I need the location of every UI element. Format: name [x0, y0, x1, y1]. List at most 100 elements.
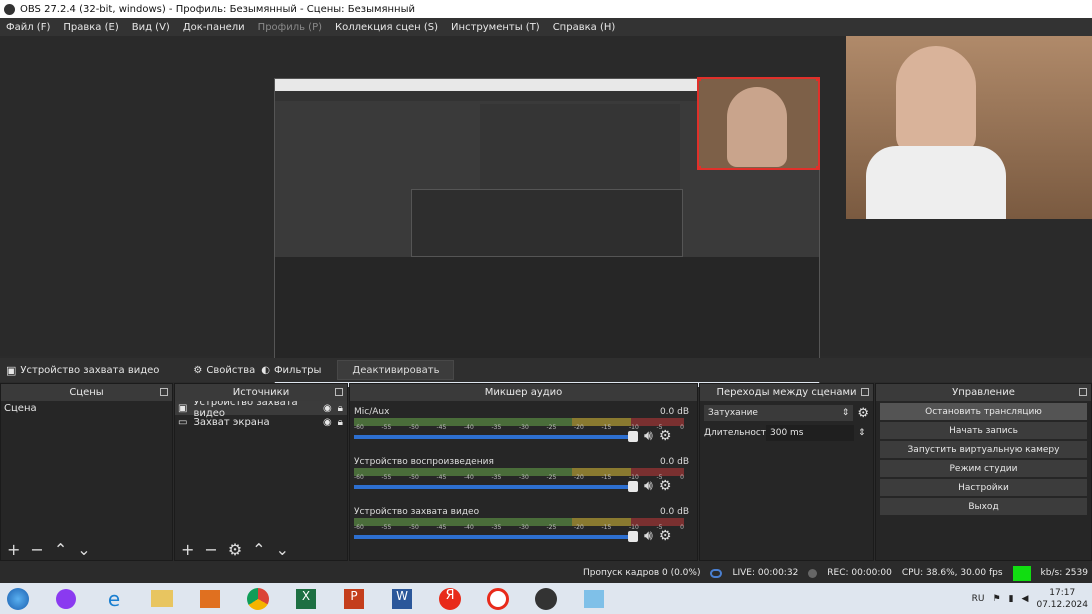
menu-file[interactable]: Файл (F) [6, 22, 50, 33]
selected-source-box[interactable] [697, 77, 820, 170]
remove-icon[interactable]: − [204, 540, 217, 559]
sources-dock: Источники ▣ Устройство захвата видео ◉ 🔒… [174, 383, 348, 561]
spin-icon[interactable]: ⇕ [858, 428, 866, 438]
title-bar: OBS 27.2.4 (32-bit, windows) - Профиль: … [0, 0, 1092, 18]
word-icon[interactable]: W [384, 585, 420, 613]
explorer-icon[interactable] [144, 585, 180, 613]
media-player-icon[interactable] [192, 585, 228, 613]
exit-button[interactable]: Выход [880, 498, 1087, 515]
source-item[interactable]: ▣ Устройство захвата видео ◉ 🔒︎ [175, 397, 347, 419]
duration-input[interactable]: 300 ms [766, 425, 854, 441]
live-icon [710, 568, 723, 578]
start-button[interactable] [0, 585, 36, 613]
undock-icon[interactable] [160, 388, 168, 396]
remove-icon[interactable]: − [30, 540, 43, 559]
add-icon[interactable]: + [7, 540, 20, 559]
menu-edit[interactable]: Правка (E) [63, 22, 118, 33]
up-icon[interactable]: ⌃ [252, 540, 265, 559]
obs-taskbar-icon[interactable] [528, 585, 564, 613]
undock-icon[interactable] [335, 388, 343, 396]
properties-button[interactable]: ⚙ Свойства [193, 365, 255, 376]
channel-db: 0.0 dB [659, 407, 689, 417]
mixer-channel: Mic/Aux 0.0 dB -60 -55 -50 -45 -40 -35 -30 -25 -20… [354, 407, 693, 451]
scene-item[interactable]: Сцена [1, 401, 172, 415]
fader-handle[interactable] [628, 481, 638, 492]
menu-help[interactable]: Справка (H) [553, 22, 616, 33]
speaker-icon[interactable]: 🔊︎ [644, 528, 653, 544]
rec-time: REC: 00:00:00 [827, 568, 892, 578]
scale-tick: -10 [629, 474, 639, 481]
gear-icon[interactable]: ⚙ [659, 478, 672, 494]
volume-fader[interactable] [354, 485, 634, 489]
scale-tick: -45 [436, 424, 447, 431]
powerpoint-icon[interactable]: P [336, 585, 372, 613]
down-icon[interactable]: ⌄ [77, 540, 90, 559]
meter-scale: -60 -55 -50 -45 -40 -35 -30 -25 -20 -15 -10 -5 0 [354, 524, 684, 531]
down-icon[interactable]: ⌄ [276, 540, 289, 559]
yandex-icon[interactable]: Я [432, 585, 468, 613]
gear-icon[interactable]: ⚙ [659, 428, 672, 444]
scale-tick: -15 [601, 424, 612, 431]
mixer-dock: Микшер аудио Mic/Aux 0.0 dB -60 -55 -50 -45 -4… [349, 383, 698, 561]
preview-canvas[interactable] [0, 36, 1092, 387]
lock-icon[interactable]: 🔒︎ [338, 417, 343, 428]
channel-db: 0.0 dB [659, 507, 689, 517]
transition-selected: Затухание [708, 408, 758, 418]
scale-tick: -40 [464, 524, 474, 531]
yandex-browser-icon[interactable] [480, 585, 516, 613]
obs-window: OBS 27.2.4 (32-bit, windows) - Профиль: … [0, 0, 1092, 614]
undock-icon[interactable] [1079, 388, 1087, 396]
virtual-camera-button[interactable]: Запустить виртуальную камеру [880, 441, 1087, 458]
network-icon[interactable]: ▮ [1009, 594, 1014, 604]
undock-icon[interactable] [861, 388, 869, 396]
language-indicator[interactable]: RU [972, 594, 985, 604]
volume-fader[interactable] [354, 435, 634, 439]
filters-button[interactable]: ◐ Фильтры [261, 365, 321, 376]
filter-icon: ◐ [261, 364, 270, 376]
menu-scene-collection[interactable]: Коллекция сцен (S) [335, 22, 438, 33]
chrome-icon[interactable] [240, 585, 276, 613]
eye-icon[interactable]: ◉ [323, 403, 332, 414]
clock[interactable]: 17:17 07.12.2024 [1036, 587, 1088, 611]
gear-icon[interactable]: ⚙ [857, 406, 869, 421]
clock-date: 07.12.2024 [1036, 599, 1088, 610]
menu-docks[interactable]: Док-панели [183, 22, 245, 33]
edge-icon[interactable]: e [96, 585, 132, 613]
menu-tools[interactable]: Инструменты (T) [451, 22, 540, 33]
speaker-icon[interactable]: 🔊︎ [644, 428, 653, 444]
lock-icon[interactable]: 🔒︎ [338, 403, 343, 414]
alice-icon[interactable] [48, 585, 84, 613]
mixer-channels: Mic/Aux 0.0 dB -60 -55 -50 -45 -40 -35 -30 -25 -20… [350, 407, 697, 551]
transition-select[interactable]: Затухание ⇕ [704, 405, 854, 421]
up-icon[interactable]: ⌃ [54, 540, 67, 559]
notepad-icon[interactable] [576, 585, 612, 613]
meter-scale: -60 -55 -50 -45 -40 -35 -30 -25 -20 -15 -10 -5 0 [354, 424, 684, 431]
excel-icon[interactable]: X [288, 585, 324, 613]
fader-handle[interactable] [628, 431, 638, 442]
speaker-icon[interactable]: 🔊︎ [644, 478, 653, 494]
channel-name: Устройство воспроизведения [354, 457, 494, 467]
controls-dock: Управление Остановить трансляцию Начать … [875, 383, 1092, 561]
webcam-feed [846, 36, 1092, 219]
deactivate-button[interactable]: Деактивировать [337, 360, 455, 380]
flag-icon[interactable]: ⚑ [993, 594, 1001, 604]
scale-tick: -15 [601, 524, 612, 531]
fader-handle[interactable] [628, 531, 638, 542]
scale-tick: -50 [409, 474, 419, 481]
scenes-footer: + − ⌃ ⌄ [1, 538, 172, 560]
stop-stream-button[interactable]: Остановить трансляцию [880, 403, 1087, 420]
add-icon[interactable]: + [181, 540, 194, 559]
scale-tick: -60 [354, 424, 364, 431]
menu-profile[interactable]: Профиль (P) [258, 22, 322, 33]
menu-view[interactable]: Вид (V) [132, 22, 170, 33]
eye-icon[interactable]: ◉ [323, 417, 332, 428]
volume-icon[interactable]: ◀ [1022, 594, 1029, 604]
gear-icon[interactable]: ⚙ [228, 540, 242, 559]
start-recording-button[interactable]: Начать запись [880, 422, 1087, 439]
settings-button[interactable]: Настройки [880, 479, 1087, 496]
studio-mode-button[interactable]: Режим студии [880, 460, 1087, 477]
scale-tick: 0 [680, 474, 684, 481]
volume-fader[interactable] [354, 535, 634, 539]
scale-tick: -15 [601, 474, 612, 481]
gear-icon[interactable]: ⚙ [659, 528, 672, 544]
